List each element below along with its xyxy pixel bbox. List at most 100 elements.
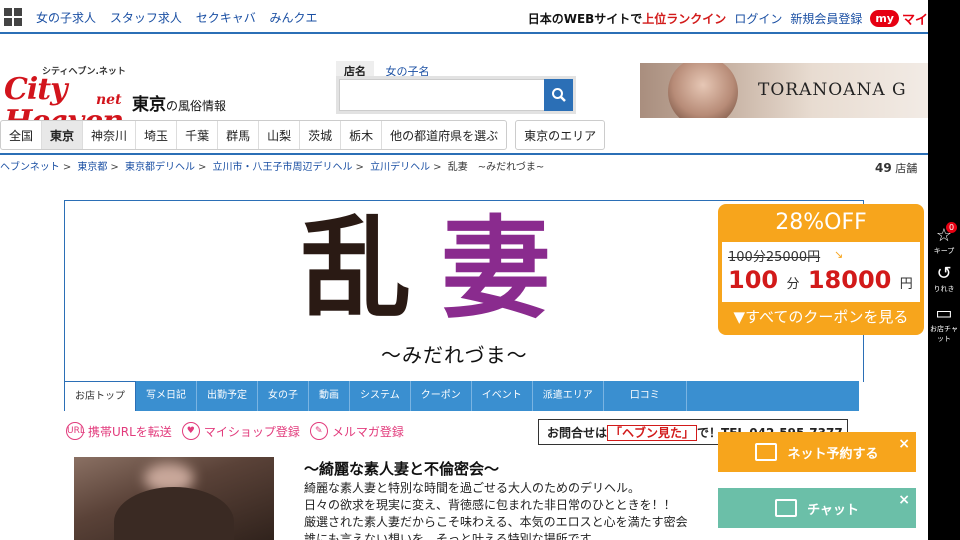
pref-chiba[interactable]: 千葉 bbox=[177, 121, 219, 149]
ad-text: TORANOANA G bbox=[758, 80, 907, 100]
arrow-icon: ↘ bbox=[834, 248, 844, 261]
sidebar-keep-label: キープ bbox=[933, 247, 955, 255]
top-link-minkue[interactable]: みんクエ bbox=[270, 11, 318, 25]
pref-saitama[interactable]: 埼玉 bbox=[136, 121, 178, 149]
coupon-discount: 28%OFF bbox=[775, 210, 867, 235]
tab-shop-top[interactable]: お店トップ bbox=[64, 381, 136, 411]
top-link-sekukyaba[interactable]: セクキャバ bbox=[196, 11, 256, 25]
pref-gunma[interactable]: 群馬 bbox=[218, 121, 260, 149]
coupon-minutes: 100 bbox=[728, 266, 779, 294]
sidebar-chat-label: お店チャット bbox=[930, 325, 958, 343]
shop-logo-char-1: 乱 bbox=[301, 204, 441, 333]
shop-logo-char-2: 妻 bbox=[441, 204, 581, 333]
contact-highlight: 「ヘブン見た」 bbox=[607, 425, 698, 441]
coupon-minutes-unit: 分 bbox=[786, 277, 800, 292]
top-link-girl-jobs[interactable]: 女の子求人 bbox=[36, 11, 96, 25]
heart-icon: ♥ bbox=[181, 422, 200, 440]
register-link[interactable]: 新規会員登録 bbox=[790, 10, 862, 27]
top-bar: 女の子求人 スタッフ求人 セクキャバ みんクエ 日本のWEBサイトで上位ランクイ… bbox=[0, 0, 928, 34]
ranking-highlight[interactable]: 上位ランクイン bbox=[642, 12, 726, 26]
search-button[interactable] bbox=[544, 79, 573, 111]
tab-event[interactable]: イベント bbox=[472, 381, 533, 411]
breadcrumb-separator: > bbox=[197, 162, 207, 173]
tab-dispatch-area[interactable]: 派遣エリア bbox=[533, 381, 604, 411]
header-divider bbox=[0, 153, 928, 155]
breadcrumb-item[interactable]: 立川市・八王子市周辺デリヘル bbox=[213, 162, 353, 173]
pref-tokyo[interactable]: 東京 bbox=[42, 121, 84, 149]
breadcrumb-separator: > bbox=[433, 162, 442, 173]
net-reserve-label: ネット予約する bbox=[787, 446, 879, 462]
site-logo[interactable]: シティヘブン.ネット City Heaven net bbox=[4, 64, 129, 138]
newsletter-register-link[interactable]: ✎ メルマガ登録 bbox=[309, 422, 404, 440]
top-links: 女の子求人 スタッフ求人 セクキャバ みんクエ bbox=[36, 9, 328, 26]
calendar-icon bbox=[755, 443, 778, 461]
my-page-link[interactable]: マイ bbox=[902, 9, 928, 28]
content-line: 厳選された素人妻だからこそ味わえる、本気のエロスと心を満たす密会 bbox=[304, 515, 688, 529]
forward-url-link[interactable]: URL 携帯URLを転送 bbox=[66, 422, 172, 440]
search-input[interactable] bbox=[339, 79, 545, 111]
breadcrumb-item[interactable]: ヘブンネット bbox=[0, 162, 60, 173]
shop-tabs: お店トップ 写メ日記 出勤予定 女の子 動画 システム クーポン イベント 派遣… bbox=[64, 381, 859, 411]
tab-system[interactable]: システム bbox=[350, 381, 411, 411]
sidebar-history-label: りれき bbox=[933, 285, 955, 293]
pref-tochigi[interactable]: 栃木 bbox=[341, 121, 383, 149]
pref-other[interactable]: 他の都道府県を選ぶ bbox=[382, 121, 506, 149]
breadcrumb-item[interactable]: 東京都デリヘル bbox=[125, 162, 195, 173]
content-line: 誰にも言えない想いを、そっと叶える特別な場所です。 bbox=[304, 532, 603, 540]
shop-count-unit: 店舗 bbox=[895, 162, 918, 175]
myshop-register-label: マイショップ登録 bbox=[203, 424, 300, 439]
chat-icon: ▭ bbox=[935, 303, 953, 324]
chat-button[interactable]: チャット × bbox=[718, 488, 916, 528]
region-suffix: の風俗情報 bbox=[166, 99, 227, 113]
prefecture-nav: 全国 東京 神奈川 埼玉 千葉 群馬 山梨 茨城 栃木 他の都道府県を選ぶ 東京… bbox=[0, 120, 606, 150]
myshop-register-link[interactable]: ♥ マイショップ登録 bbox=[181, 422, 300, 440]
ranking-notice: 日本のWEBサイトで上位ランクイン bbox=[528, 10, 727, 27]
my-badge-icon[interactable]: my bbox=[870, 10, 899, 27]
tab-schedule[interactable]: 出勤予定 bbox=[197, 381, 258, 411]
tab-photo-diary[interactable]: 写メ日記 bbox=[136, 381, 197, 411]
top-link-staff-jobs[interactable]: スタッフ求人 bbox=[110, 11, 182, 25]
shop-logo-subtitle: ～みだれづま～ bbox=[381, 343, 528, 367]
chat-bubble-icon bbox=[775, 499, 798, 517]
region-name: 東京 bbox=[132, 95, 166, 115]
site-logo-net: net bbox=[96, 92, 122, 108]
sidebar-shop-chat[interactable]: ▭ お店チャット bbox=[928, 304, 960, 344]
coupon-card[interactable]: 28%OFF 100分25000円 ↘ 100 分 18000 円 ▼すべてのク… bbox=[718, 204, 924, 335]
tokyo-area-button[interactable]: 東京のエリア bbox=[515, 120, 606, 150]
close-icon[interactable]: × bbox=[898, 436, 910, 452]
shop-count: 49 店舗 bbox=[875, 160, 917, 176]
coupon-yen: 円 bbox=[899, 277, 913, 292]
pref-all[interactable]: 全国 bbox=[1, 121, 43, 149]
shop-count-number: 49 bbox=[875, 161, 892, 175]
pref-ibaraki[interactable]: 茨城 bbox=[300, 121, 342, 149]
contact-prefix: お問合せは bbox=[547, 426, 608, 440]
ad-banner[interactable]: TORANOANA G bbox=[640, 63, 928, 118]
chat-label: チャット bbox=[807, 502, 859, 518]
photo-figure bbox=[114, 487, 234, 540]
ranking-prefix: 日本のWEBサイトで bbox=[527, 12, 643, 26]
login-link[interactable]: ログイン bbox=[734, 10, 782, 27]
content-title: ～綺麗な素人妻と不倫密会～ bbox=[304, 460, 500, 478]
coupon-price: 18000 bbox=[807, 266, 892, 294]
grid-menu-icon[interactable] bbox=[4, 8, 22, 26]
search-icon bbox=[551, 88, 566, 102]
net-reserve-button[interactable]: ネット予約する × bbox=[718, 432, 916, 472]
search-box bbox=[336, 76, 576, 114]
tab-girls[interactable]: 女の子 bbox=[258, 381, 309, 411]
tab-coupon[interactable]: クーポン bbox=[411, 381, 472, 411]
breadcrumb-item[interactable]: 東京都 bbox=[77, 162, 107, 173]
coupon-new-price: 100 分 18000 円 bbox=[728, 266, 913, 294]
sidebar-history[interactable]: ↺ りれき bbox=[928, 264, 960, 294]
breadcrumb-separator: > bbox=[62, 162, 72, 173]
sidebar-keep[interactable]: ☆ 0 キープ bbox=[928, 222, 960, 256]
pref-yamanashi[interactable]: 山梨 bbox=[259, 121, 301, 149]
tab-reviews[interactable]: 口コミ bbox=[604, 381, 687, 411]
pref-kanagawa[interactable]: 神奈川 bbox=[83, 121, 137, 149]
see-all-coupons-button[interactable]: ▼すべてのクーポンを見る bbox=[718, 306, 924, 327]
tab-video[interactable]: 動画 bbox=[309, 381, 350, 411]
shop-logo: 乱妻 bbox=[301, 209, 581, 329]
breadcrumb-item[interactable]: 立川デリヘル bbox=[370, 162, 430, 173]
close-icon[interactable]: × bbox=[898, 492, 910, 508]
right-sidebar: ☆ 0 キープ ↺ りれき ▭ お店チャット bbox=[928, 0, 960, 540]
shop-photo[interactable] bbox=[74, 457, 274, 540]
